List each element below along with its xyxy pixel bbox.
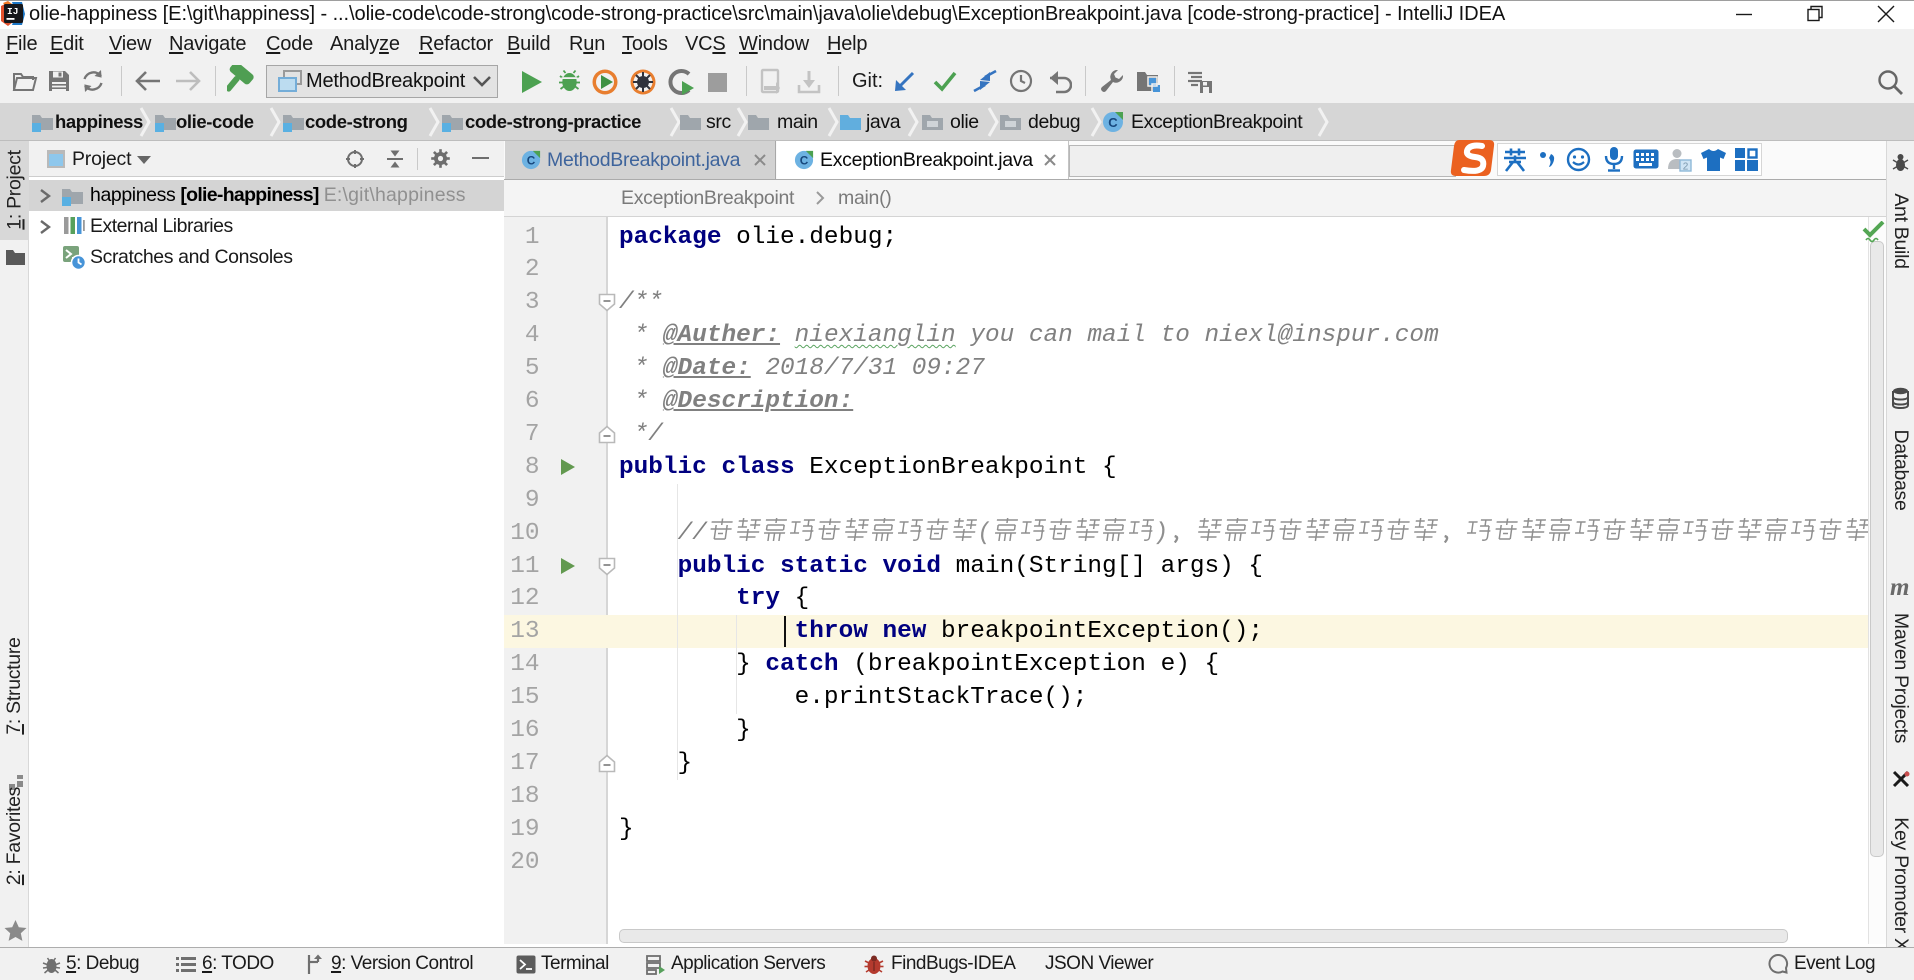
svg-text:C: C — [527, 154, 536, 168]
svg-text:2: 2 — [1683, 162, 1689, 173]
svg-text:C: C — [1108, 115, 1118, 130]
svg-text:IJ: IJ — [7, 6, 18, 17]
svg-text:C: C — [800, 154, 809, 168]
